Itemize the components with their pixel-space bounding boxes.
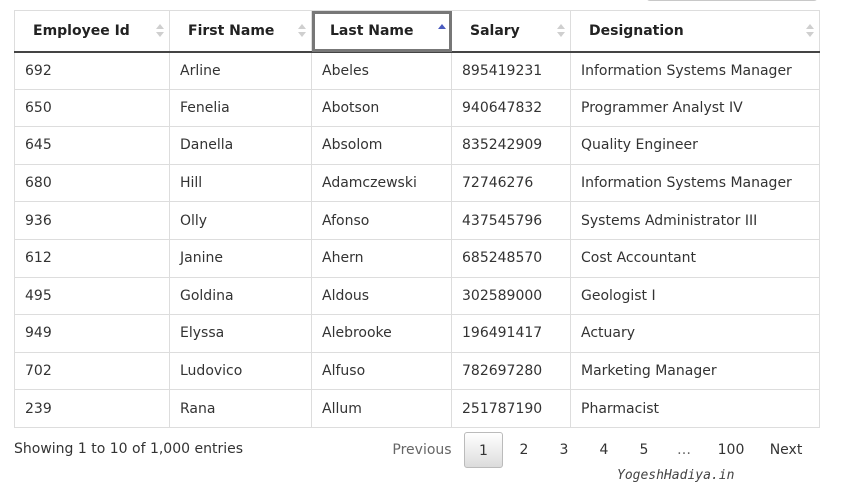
table-cell: Hill <box>169 163 312 203</box>
column-header-last-name[interactable]: Last Name <box>311 10 452 53</box>
table-row: 680 Hill Adamczewski 72746276 Information Sy… <box>14 163 820 203</box>
table-cell: 680 <box>14 163 170 203</box>
table-cell: Quality Engineer <box>570 126 820 165</box>
table-cell: 940647832 <box>451 88 571 128</box>
column-header-first-name[interactable]: First Name <box>169 10 312 53</box>
table-cell: Allum <box>311 389 452 428</box>
table-row: 650 Fenelia Abotson 940647832 Programmer Ana… <box>14 88 820 128</box>
column-header-label: First Name <box>188 22 275 39</box>
table-cell: Pharmacist <box>570 389 820 428</box>
page-button-2[interactable]: 2 <box>504 432 544 468</box>
table-cell: 612 <box>14 238 170 278</box>
column-header-label: Employee Id <box>33 22 130 39</box>
table-cell: Elyssa <box>169 314 312 353</box>
table-cell: 196491417 <box>451 314 571 353</box>
table-cell: Alebrooke <box>311 314 452 353</box>
table-cell: Arline <box>169 51 312 90</box>
table-cell: 495 <box>14 276 170 316</box>
table-cell: 72746276 <box>451 163 571 203</box>
table-cell: Cost Accountant <box>570 238 820 278</box>
table-cell: 239 <box>14 389 170 428</box>
table-row: 495 Goldina Aldous 302589000 Geologist I <box>14 276 820 316</box>
table-cell: 692 <box>14 51 170 90</box>
table-cell: Information Systems Manager <box>570 51 820 90</box>
page-button-last[interactable]: 100 <box>704 432 758 468</box>
table-cell: Ahern <box>311 238 452 278</box>
table-cell: Aldous <box>311 276 452 316</box>
table-cell: 685248570 <box>451 238 571 278</box>
table-cell: 782697280 <box>451 351 571 391</box>
table-cell: Absolom <box>311 126 452 165</box>
table-cell: 437545796 <box>451 201 571 240</box>
table-info: Showing 1 to 10 of 1,000 entries <box>14 441 244 457</box>
page-button-4[interactable]: 4 <box>584 432 624 468</box>
table-cell: Danella <box>169 126 312 165</box>
table-cell: 936 <box>14 201 170 240</box>
table-row: 612 Janine Ahern 685248570 Cost Accountant <box>14 238 820 278</box>
table-cell: Actuary <box>570 314 820 353</box>
table-cell: Ludovico <box>169 351 312 391</box>
page-button-5[interactable]: 5 <box>624 432 664 468</box>
table-cell: Adamczewski <box>311 163 452 203</box>
column-header-employee-id[interactable]: Employee Id <box>14 10 170 53</box>
column-header-label: Designation <box>589 22 684 39</box>
table-body: 692 Arline Abeles 895419231 Information Syst… <box>14 51 820 428</box>
table-cell: Janine <box>169 238 312 278</box>
sort-icon <box>156 24 164 40</box>
table-row: 702 Ludovico Alfuso 782697280 Marketing Mana… <box>14 351 820 391</box>
table-row: 949 Elyssa Alebrooke 196491417 Actuary <box>14 314 820 353</box>
sort-icon <box>298 24 306 40</box>
table-row: 645 Danella Absolom 835242909 Quality Engine… <box>14 126 820 165</box>
pagination: Previous 1 2 3 4 5 … 100 Next <box>380 432 814 468</box>
pagination-ellipsis: … <box>677 442 691 458</box>
table-cell: Marketing Manager <box>570 351 820 391</box>
table-row: 692 Arline Abeles 895419231 Information Syst… <box>14 51 820 90</box>
page-button-1[interactable]: 1 <box>464 432 503 468</box>
table-cell: Abotson <box>311 88 452 128</box>
table-cell: Fenelia <box>169 88 312 128</box>
table-cell: Systems Administrator III <box>570 201 820 240</box>
table-row: 239 Rana Allum 251787190 Pharmacist <box>14 389 820 428</box>
table-cell: Goldina <box>169 276 312 316</box>
sort-ascending-icon <box>438 24 446 40</box>
table-cell: Afonso <box>311 201 452 240</box>
next-page-button[interactable]: Next <box>758 432 814 468</box>
sort-icon <box>557 24 565 40</box>
table-cell: 835242909 <box>451 126 571 165</box>
table-cell: 650 <box>14 88 170 128</box>
table-row: 936 Olly Afonso 437545796 Systems Administra… <box>14 201 820 240</box>
table-cell: Rana <box>169 389 312 428</box>
table-cell: Alfuso <box>311 351 452 391</box>
column-header-salary[interactable]: Salary <box>451 10 571 53</box>
table-cell: 645 <box>14 126 170 165</box>
page-button-3[interactable]: 3 <box>544 432 584 468</box>
column-header-label: Last Name <box>330 22 414 39</box>
table-cell: 702 <box>14 351 170 391</box>
sort-icon <box>806 24 814 40</box>
table-cell: Information Systems Manager <box>570 163 820 203</box>
table-cell: Programmer Analyst IV <box>570 88 820 128</box>
column-header-designation[interactable]: Designation <box>570 10 820 53</box>
table-cell: 251787190 <box>451 389 571 428</box>
column-header-label: Salary <box>470 22 520 39</box>
watermark: YogeshHadiya.in <box>617 468 735 483</box>
table-cell: 895419231 <box>451 51 571 90</box>
table-cell: Geologist I <box>570 276 820 316</box>
previous-page-button[interactable]: Previous <box>380 432 464 468</box>
table-cell: 302589000 <box>451 276 571 316</box>
table-cell: Abeles <box>311 51 452 90</box>
employee-table: Employee Id First Name Last Name Salary … <box>14 10 820 428</box>
table-cell: 949 <box>14 314 170 353</box>
table-header-row: Employee Id First Name Last Name Salary … <box>14 10 820 53</box>
search-input[interactable] <box>646 0 818 1</box>
table-cell: Olly <box>169 201 312 240</box>
